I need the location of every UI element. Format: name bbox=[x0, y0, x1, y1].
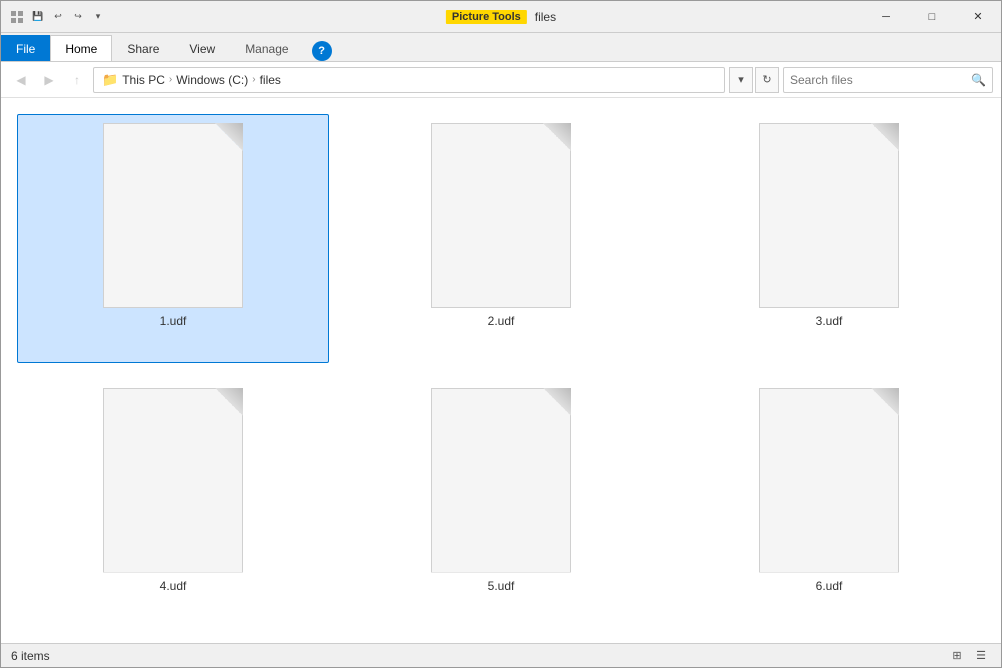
window-icons bbox=[9, 9, 25, 25]
file-icon bbox=[103, 123, 243, 308]
address-dropdown[interactable]: ▾ bbox=[729, 67, 753, 93]
file-item[interactable]: 2.udf bbox=[345, 114, 657, 363]
help-button[interactable]: ? bbox=[312, 41, 332, 61]
view-list[interactable]: ☰ bbox=[971, 646, 991, 666]
main-content: 1.udf 2.udf 3.udf 4.udf 5.ud bbox=[1, 98, 1001, 643]
close-button[interactable]: ✕ bbox=[955, 1, 1001, 33]
window-controls: ─ □ ✕ bbox=[863, 1, 1001, 33]
fold-shadow bbox=[543, 388, 571, 416]
quick-access-toolbar: 💾 ↩ ↪ ▾ bbox=[29, 8, 107, 26]
fold-shadow bbox=[543, 123, 571, 151]
forward-button[interactable]: ▶ bbox=[37, 68, 61, 92]
status-bar: 6 items ⊞ ☰ bbox=[1, 643, 1001, 667]
title-bar-title: Picture Tools files bbox=[446, 10, 556, 24]
file-item[interactable]: 6.udf bbox=[673, 379, 985, 628]
search-input[interactable] bbox=[790, 73, 967, 87]
file-name: 5.udf bbox=[488, 579, 515, 593]
file-name: 3.udf bbox=[816, 314, 843, 328]
file-icon bbox=[759, 388, 899, 573]
file-icon bbox=[431, 388, 571, 573]
window-icon bbox=[9, 9, 25, 25]
file-icon bbox=[103, 388, 243, 573]
breadcrumb-files[interactable]: files bbox=[260, 73, 281, 87]
tab-view[interactable]: View bbox=[174, 35, 230, 61]
window-title: files bbox=[535, 10, 556, 24]
file-item[interactable]: 1.udf bbox=[17, 114, 329, 363]
breadcrumb-windows[interactable]: Windows (C:) bbox=[176, 73, 248, 87]
qa-save[interactable]: 💾 bbox=[29, 8, 47, 26]
folder-icon: 📁 bbox=[102, 72, 118, 88]
search-icon[interactable]: 🔍 bbox=[971, 73, 986, 87]
ribbon: File Home Share View Manage ? bbox=[1, 33, 1001, 62]
title-bar: 💾 ↩ ↪ ▾ Picture Tools files ─ □ ✕ bbox=[1, 1, 1001, 33]
qa-undo[interactable]: ↩ bbox=[49, 8, 67, 26]
breadcrumb-this-pc[interactable]: This PC bbox=[122, 73, 165, 87]
sep-1: › bbox=[169, 74, 172, 85]
search-box[interactable]: 🔍 bbox=[783, 67, 993, 93]
tab-share[interactable]: Share bbox=[112, 35, 174, 61]
address-bar: ◀ ▶ ↑ 📁 This PC › Windows (C:) › files ▾… bbox=[1, 62, 1001, 98]
file-name: 2.udf bbox=[488, 314, 515, 328]
file-item[interactable]: 3.udf bbox=[673, 114, 985, 363]
tab-manage[interactable]: Manage bbox=[230, 35, 303, 61]
up-button[interactable]: ↑ bbox=[65, 68, 89, 92]
ribbon-tabs: File Home Share View Manage ? bbox=[1, 33, 1001, 61]
file-item[interactable]: 4.udf bbox=[17, 379, 329, 628]
file-item[interactable]: 5.udf bbox=[345, 379, 657, 628]
file-name: 4.udf bbox=[160, 579, 187, 593]
qa-dropdown[interactable]: ▾ bbox=[89, 8, 107, 26]
maximize-button[interactable]: □ bbox=[909, 1, 955, 33]
tab-home[interactable]: Home bbox=[50, 35, 112, 61]
fold-shadow bbox=[215, 123, 243, 151]
item-count: 6 items bbox=[11, 649, 50, 663]
fold-shadow bbox=[871, 388, 899, 416]
qa-redo[interactable]: ↪ bbox=[69, 8, 87, 26]
sep-2: › bbox=[252, 74, 255, 85]
file-name: 1.udf bbox=[160, 314, 187, 328]
view-large-icons[interactable]: ⊞ bbox=[947, 646, 967, 666]
file-icon bbox=[431, 123, 571, 308]
minimize-button[interactable]: ─ bbox=[863, 1, 909, 33]
address-box[interactable]: 📁 This PC › Windows (C:) › files bbox=[93, 67, 725, 93]
file-grid: 1.udf 2.udf 3.udf 4.udf 5.ud bbox=[1, 98, 1001, 643]
address-actions: ▾ ↻ bbox=[729, 67, 779, 93]
tab-file[interactable]: File bbox=[1, 35, 50, 61]
picture-tools-label: Picture Tools bbox=[446, 10, 527, 24]
fold-shadow bbox=[871, 123, 899, 151]
file-name: 6.udf bbox=[816, 579, 843, 593]
refresh-button[interactable]: ↻ bbox=[755, 67, 779, 93]
fold-shadow bbox=[215, 388, 243, 416]
file-icon bbox=[759, 123, 899, 308]
view-toggle: ⊞ ☰ bbox=[947, 646, 991, 666]
back-button[interactable]: ◀ bbox=[9, 68, 33, 92]
